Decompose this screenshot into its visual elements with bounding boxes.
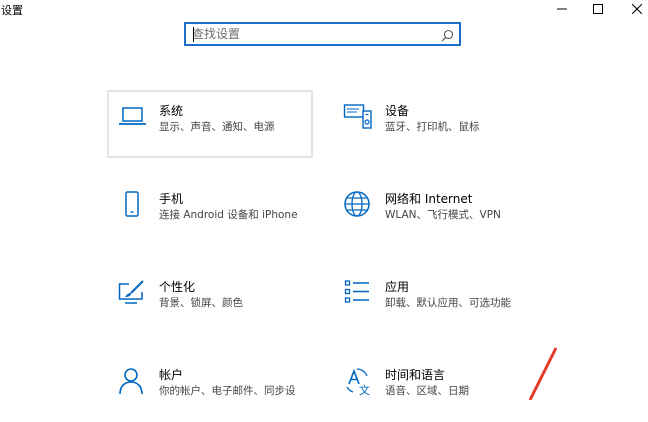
- tile-title: 系统: [159, 104, 184, 118]
- tile-title: 时间和语言: [385, 368, 446, 382]
- tile-system[interactable]: 系统 显示、声音、通知、电源: [107, 90, 313, 158]
- maximize-icon: [593, 4, 603, 14]
- tile-personalization[interactable]: 个性化 背景、锁屏、颜色: [107, 266, 313, 334]
- maximize-button[interactable]: [577, 0, 619, 18]
- tile-title: 个性化: [159, 280, 196, 294]
- tile-description: 卸载、默认应用、可选功能: [385, 297, 511, 309]
- tile-title: 帐户: [159, 368, 184, 382]
- tile-description: 你的帐户、电子邮件、同步设: [159, 385, 296, 397]
- laptop-icon: [117, 102, 147, 132]
- close-button[interactable]: [616, 0, 648, 18]
- search-box[interactable]: [184, 22, 461, 46]
- tile-title: 手机: [159, 192, 184, 206]
- devices-icon: [343, 102, 373, 132]
- tile-title: 网络和 Internet: [385, 192, 473, 206]
- apps-list-icon: [343, 278, 373, 308]
- time-language-icon: 文: [343, 366, 373, 397]
- tile-apps[interactable]: 应用 卸载、默认应用、可选功能: [333, 266, 539, 334]
- tile-phone[interactable]: 手机 连接 Android 设备和 iPhone: [107, 178, 313, 246]
- text-cursor: [193, 27, 194, 42]
- phone-icon: [117, 190, 147, 220]
- tile-description: 语音、区域、日期: [385, 385, 469, 397]
- tile-description: 背景、锁屏、颜色: [159, 297, 243, 309]
- globe-icon: [343, 190, 373, 220]
- tile-description: WLAN、飞行模式、VPN: [385, 209, 501, 221]
- tile-network[interactable]: 网络和 Internet WLAN、飞行模式、VPN: [333, 178, 539, 246]
- svg-text:文: 文: [359, 383, 370, 396]
- title-bar: 设置: [0, 0, 648, 20]
- window-title: 设置: [1, 4, 23, 17]
- tile-accounts[interactable]: 帐户 你的帐户、电子邮件、同步设: [107, 354, 313, 422]
- tile-time-language[interactable]: 文 时间和语言 语音、区域、日期: [333, 354, 539, 422]
- tile-title: 设备: [385, 104, 410, 118]
- tile-devices[interactable]: 设备 蓝牙、打印机、鼠标: [333, 90, 539, 158]
- tile-title: 应用: [385, 280, 410, 294]
- search-icon[interactable]: [441, 27, 454, 46]
- tile-description: 连接 Android 设备和 iPhone: [159, 209, 298, 221]
- personalization-icon: [117, 278, 147, 308]
- search-input[interactable]: [192, 26, 432, 42]
- person-icon: [117, 366, 147, 396]
- close-icon: [632, 4, 642, 14]
- minimize-icon: [557, 4, 567, 14]
- tile-description: 显示、声音、通知、电源: [159, 121, 275, 133]
- tile-description: 蓝牙、打印机、鼠标: [385, 121, 480, 133]
